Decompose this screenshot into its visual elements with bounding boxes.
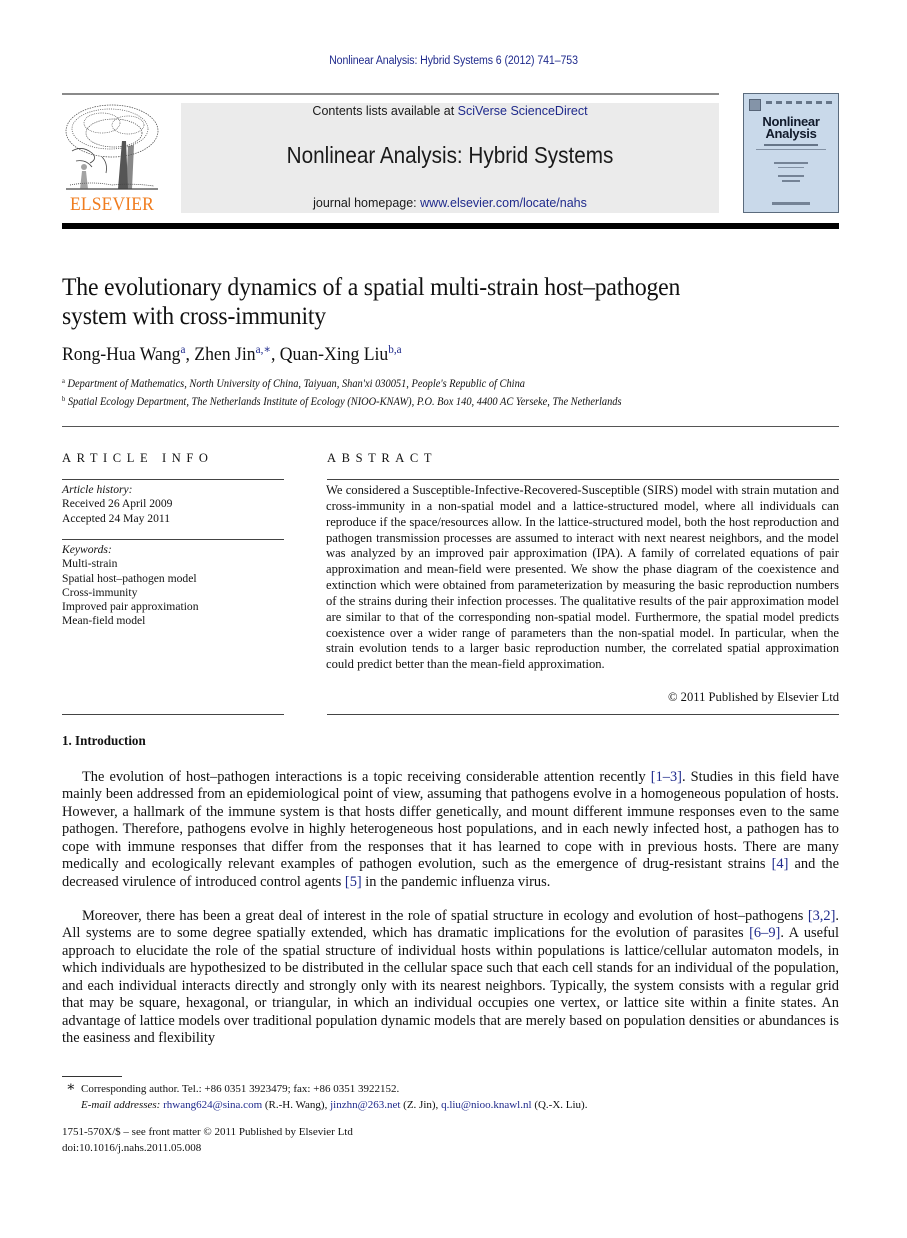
abstract-text: We considered a Susceptible-Infective-Re… [326, 483, 839, 672]
keyword-item: Spatial host–pathogen model [62, 571, 197, 585]
affiliation-a: a Department of Mathematics, North Unive… [62, 377, 525, 391]
author-separator: , [185, 344, 195, 365]
citation-link[interactable]: [3,2] [808, 908, 836, 924]
affiliation-text: Department of Mathematics, North Univers… [67, 378, 525, 390]
affiliation-mark: a [62, 377, 65, 385]
affiliation-mark: b [62, 395, 66, 403]
received-date: Received 26 April 2009 [62, 497, 173, 511]
paragraph-text: Moreover, there has been a great deal of… [82, 908, 808, 924]
author-affiliation-mark[interactable]: a,∗ [256, 342, 271, 356]
article-info-heading: ARTICLE INFO [62, 451, 214, 465]
keywords: Keywords: Multi-strain Spatial host–path… [62, 543, 284, 629]
abstract-rule [327, 714, 839, 715]
email-owner: (Z. Jin), [400, 1099, 442, 1111]
cover-text-mark [778, 167, 804, 168]
abstract-copyright: © 2011 Published by Elsevier Ltd [667, 690, 839, 704]
footnote-star-mark: ∗ [66, 1080, 76, 1095]
author-name: Zhen Jin [194, 344, 256, 365]
cover-title: Nonlinear Analysis [744, 115, 838, 141]
cover-title-line2: Analysis [765, 126, 817, 141]
cover-publisher-mark [772, 202, 810, 205]
contents-prefix: Contents lists available at [312, 104, 458, 118]
body-paragraph: Moreover, there has been a great deal of… [62, 908, 839, 1048]
article-title-line2: system with cross-immunity [62, 301, 326, 330]
paragraph-text: The evolution of host–pathogen interacti… [82, 769, 651, 785]
citation-link[interactable]: [5] [345, 874, 362, 890]
paragraph-text: . A useful approach to elucidate the rol… [62, 925, 840, 1047]
sciencedirect-link[interactable]: SciVerse ScienceDirect [458, 104, 588, 118]
author-name: Rong-Hua Wang [62, 344, 181, 365]
email-link[interactable]: q.liu@nioo.knawl.nl [441, 1099, 532, 1111]
homepage-prefix: journal homepage: [313, 196, 421, 210]
section-heading-introduction: 1. Introduction [62, 734, 146, 749]
journal-cover-thumbnail[interactable]: Nonlinear Analysis [743, 93, 839, 213]
affiliation-b: b Spatial Ecology Department, The Nether… [62, 395, 622, 409]
cover-subtitle-mark [756, 149, 826, 150]
citation-link[interactable]: [1–3] [651, 769, 682, 785]
keyword-item: Multi-strain [62, 557, 118, 571]
footnote-rule [62, 1076, 122, 1077]
footnote-corresponding-author: Corresponding author. Tel.: +86 0351 392… [81, 1083, 400, 1095]
author-list: Rong-Hua Wanga, Zhen Jina,∗, Quan-Xing L… [62, 342, 402, 366]
footnote-email-addresses: E-mail addresses: rhwang624@sina.com (R.… [81, 1097, 587, 1113]
email-owner: (R.-H. Wang), [262, 1099, 331, 1111]
cover-logo-icon [749, 99, 761, 111]
cover-text-mark [782, 180, 800, 182]
journal-homepage-link[interactable]: www.elsevier.com/locate/nahs [420, 196, 587, 210]
author-separator: , [270, 344, 280, 365]
author-affiliation-mark[interactable]: b,a [388, 342, 401, 356]
keywords-label: Keywords: [62, 543, 112, 556]
keyword-item: Mean-field model [62, 614, 146, 628]
cover-text-mark [778, 175, 804, 177]
email-link[interactable]: jinzhn@263.net [330, 1099, 400, 1111]
email-link[interactable]: rhwang624@sina.com [163, 1099, 262, 1111]
affiliation-text: Spatial Ecology Department, The Netherla… [67, 396, 622, 408]
elsevier-tree-icon [65, 104, 159, 190]
keyword-item: Improved pair approximation [62, 600, 199, 614]
cover-text-mark [774, 162, 808, 164]
article-info-rule [62, 479, 284, 480]
article-info-rule [62, 539, 284, 540]
paragraph-text: in the pandemic influenza virus. [361, 873, 551, 890]
author-name: Quan-Xing Liu [279, 344, 389, 365]
abstract-heading: ABSTRACT [327, 451, 438, 465]
article-history: Article history: Received 26 April 2009 … [62, 483, 284, 526]
journal-name: Nonlinear Analysis: Hybrid Systems [286, 142, 614, 168]
body-paragraph: The evolution of host–pathogen interacti… [62, 769, 839, 891]
email-label: E-mail addresses: [81, 1099, 161, 1111]
cover-volume-line [766, 101, 834, 104]
article-info-rule [62, 714, 284, 715]
running-head[interactable]: Nonlinear Analysis: Hybrid Systems 6 (20… [36, 55, 870, 67]
title-bottom-rule [62, 426, 839, 427]
citation-link[interactable]: [4] [772, 856, 789, 872]
doi-link[interactable]: doi:10.1016/j.nahs.2011.05.008 [62, 1140, 201, 1156]
article-title: The evolutionary dynamics of a spatial m… [62, 272, 787, 330]
masthead-top-rule [62, 93, 719, 95]
elsevier-wordmark: ELSEVIER [69, 194, 155, 215]
citation-link[interactable]: [6–9] [749, 925, 780, 941]
masthead-thick-rule [62, 223, 839, 229]
article-history-label: Article history: [62, 483, 133, 496]
issn-line: 1751-570X/$ – see front matter © 2011 Pu… [62, 1126, 353, 1138]
article-title-line1: The evolutionary dynamics of a spatial m… [62, 272, 681, 301]
email-owner: (Q.-X. Liu). [531, 1099, 588, 1111]
contents-line: Contents lists available at SciVerse Sci… [181, 104, 719, 118]
cover-subtitle-mark [764, 144, 818, 146]
homepage-line: journal homepage: www.elsevier.com/locat… [181, 196, 719, 210]
keyword-item: Cross-immunity [62, 585, 138, 599]
accepted-date: Accepted 24 May 2011 [62, 511, 171, 525]
abstract-rule [327, 479, 839, 480]
